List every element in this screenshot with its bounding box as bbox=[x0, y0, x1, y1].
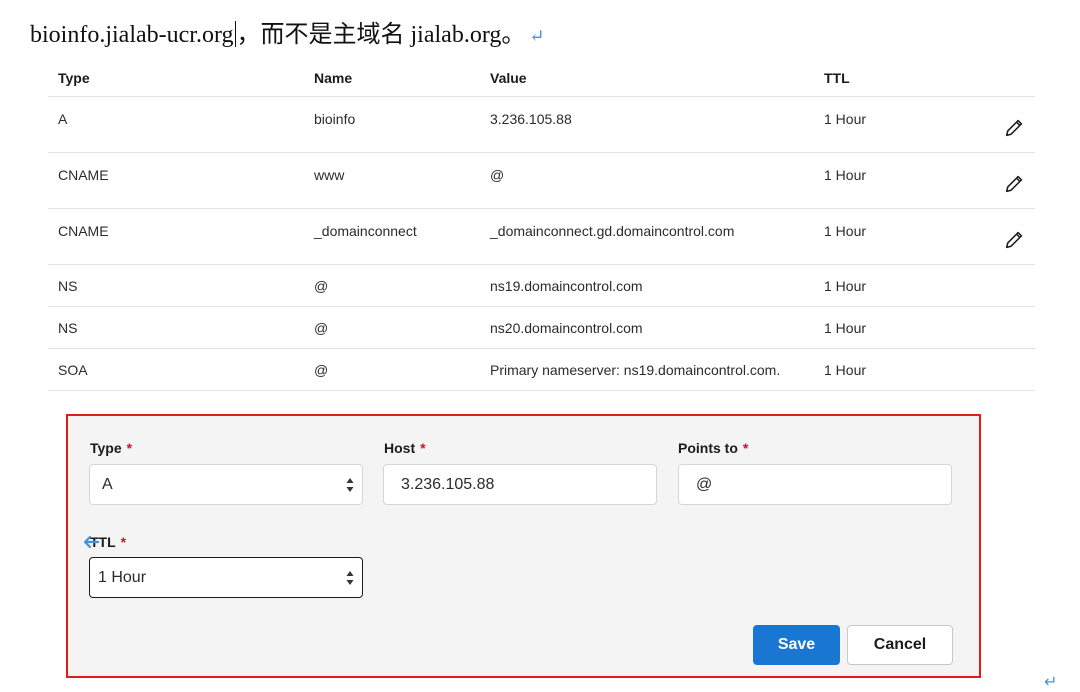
return-mark-icon: ↵ bbox=[1044, 674, 1058, 691]
required-mark: * bbox=[120, 534, 127, 550]
points-to-label-text: Points to bbox=[678, 440, 738, 456]
row-actions bbox=[974, 306, 1035, 349]
header-ttl: TTL bbox=[814, 60, 974, 97]
row-type: CNAME bbox=[48, 208, 304, 265]
points-to-label: Points to * bbox=[678, 440, 748, 456]
row-ttl: 1 Hour bbox=[814, 96, 974, 153]
required-mark: * bbox=[742, 440, 749, 456]
required-mark: * bbox=[126, 440, 133, 456]
pencil-icon[interactable] bbox=[1003, 173, 1025, 195]
type-select-value: A bbox=[102, 476, 113, 493]
header-value: Value bbox=[480, 60, 814, 97]
row-type: NS bbox=[48, 264, 304, 307]
row-actions bbox=[974, 152, 1035, 209]
row-ttl: 1 Hour bbox=[814, 306, 974, 349]
type-select[interactable]: A bbox=[89, 464, 363, 505]
row-type: A bbox=[48, 96, 304, 153]
row-name: _domainconnect bbox=[304, 208, 480, 265]
row-actions bbox=[974, 208, 1035, 265]
row-name: www bbox=[304, 152, 480, 209]
row-type: SOA bbox=[48, 348, 304, 391]
updown-arrows-icon bbox=[346, 478, 354, 492]
row-value: ns19.domaincontrol.com bbox=[480, 264, 814, 307]
host-input[interactable]: 3.236.105.88 bbox=[383, 464, 657, 505]
table-row: A bioinfo 3.236.105.88 1 Hour bbox=[48, 96, 1035, 153]
row-ttl: 1 Hour bbox=[814, 152, 974, 209]
ttl-select[interactable]: 1 Hour bbox=[89, 557, 363, 598]
ttl-select-value: 1 Hour bbox=[98, 569, 147, 586]
row-actions bbox=[974, 96, 1035, 153]
required-mark: * bbox=[420, 440, 426, 456]
table-row: NS @ ns19.domaincontrol.com 1 Hour bbox=[48, 264, 1035, 307]
type-label: Type * bbox=[90, 440, 132, 456]
row-value: _domainconnect.gd.domaincontrol.com bbox=[480, 208, 814, 265]
row-name: bioinfo bbox=[304, 96, 480, 153]
host-label: Host * bbox=[384, 440, 426, 456]
pencil-icon[interactable] bbox=[1003, 117, 1025, 139]
row-value: Primary nameserver: ns19.domaincontrol.c… bbox=[480, 348, 814, 391]
row-value: @ bbox=[480, 152, 814, 209]
row-name: @ bbox=[304, 264, 480, 307]
table-row: NS @ ns20.domaincontrol.com 1 Hour bbox=[48, 306, 1035, 349]
intro-rest: ，而不是主域名 jialab.org。 bbox=[236, 22, 526, 48]
mouse-cursor-icon bbox=[83, 535, 100, 549]
return-mark-icon: ↵ bbox=[529, 26, 545, 46]
row-name: @ bbox=[304, 306, 480, 349]
header-actions bbox=[974, 60, 1035, 97]
row-name: @ bbox=[304, 348, 480, 391]
add-record-form: Type * A Host * 3.236.105.88 Points to * @ … bbox=[66, 414, 981, 678]
header-type: Type bbox=[48, 60, 304, 97]
row-actions bbox=[974, 264, 1035, 307]
row-ttl: 1 Hour bbox=[814, 348, 974, 391]
table-row: CNAME www @ 1 Hour bbox=[48, 152, 1035, 209]
header-name: Name bbox=[304, 60, 480, 97]
host-label-text: Host bbox=[384, 440, 416, 456]
row-ttl: 1 Hour bbox=[814, 264, 974, 307]
type-label-text: Type bbox=[90, 440, 122, 456]
row-type: CNAME bbox=[48, 152, 304, 209]
dns-records-table: Type Name Value TTL A bioinfo 3.236.105.… bbox=[48, 60, 1035, 391]
row-value: 3.236.105.88 bbox=[480, 96, 814, 153]
row-value: ns20.domaincontrol.com bbox=[480, 306, 814, 349]
intro-text: bioinfo.jialab-ucr.org ，而不是主域名 jialab.org… bbox=[30, 14, 544, 49]
intro-domain: bioinfo.jialab-ucr.org bbox=[30, 22, 234, 48]
updown-arrows-icon bbox=[346, 571, 354, 585]
save-button[interactable]: Save bbox=[753, 625, 840, 665]
points-to-input[interactable]: @ bbox=[678, 464, 952, 505]
row-type: NS bbox=[48, 306, 304, 349]
text-caret bbox=[234, 21, 236, 47]
row-actions bbox=[974, 348, 1035, 391]
table-row: CNAME _domainconnect _domainconnect.gd.d… bbox=[48, 208, 1035, 265]
pencil-icon[interactable] bbox=[1003, 229, 1025, 251]
points-to-input-value: @ bbox=[696, 476, 713, 493]
cancel-button[interactable]: Cancel bbox=[847, 625, 953, 665]
row-ttl: 1 Hour bbox=[814, 208, 974, 265]
table-header-row: Type Name Value TTL bbox=[48, 60, 1035, 97]
host-input-value: 3.236.105.88 bbox=[401, 476, 495, 493]
table-row: SOA @ Primary nameserver: ns19.domaincon… bbox=[48, 348, 1035, 391]
